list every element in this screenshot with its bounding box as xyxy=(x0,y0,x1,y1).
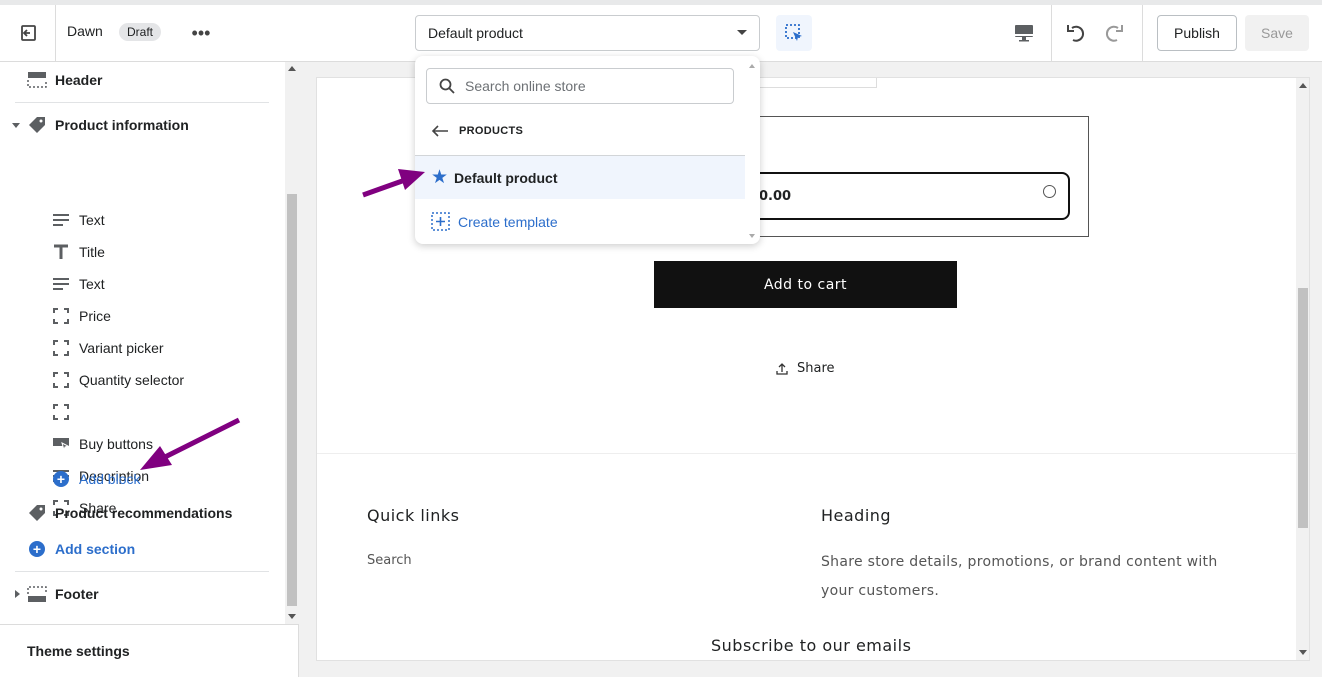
sidebar-block-item[interactable]: Variant picker xyxy=(79,333,164,363)
scrollbar-thumb[interactable] xyxy=(287,194,297,606)
add-section-label: Add section xyxy=(55,541,136,557)
block-label: Variant picker xyxy=(79,340,164,356)
add-template-icon xyxy=(431,212,450,231)
add-block-label: Add block xyxy=(79,471,141,487)
add-to-cart-button[interactable]: Add to cart xyxy=(654,261,957,308)
add-block-button[interactable]: Add block xyxy=(79,464,140,494)
variant-option[interactable]: 0.00 xyxy=(747,172,1070,220)
scrollbar-thumb[interactable] xyxy=(1298,288,1308,528)
sidebar-block-item[interactable]: Title xyxy=(79,237,105,267)
theme-settings-button[interactable]: Theme settings xyxy=(27,636,130,666)
back-label: PRODUCTS xyxy=(459,125,524,137)
block-label: Title xyxy=(79,244,105,260)
desktop-view-button[interactable] xyxy=(1008,17,1040,49)
ellipsis-icon: ••• xyxy=(191,22,211,43)
share-button[interactable]: Share xyxy=(775,361,835,376)
search-link[interactable]: Search xyxy=(367,553,412,568)
text-icon xyxy=(52,276,70,292)
sidebar-item-footer[interactable]: Footer xyxy=(55,579,99,609)
block-label: Text xyxy=(79,276,105,292)
sidebar-block-item[interactable]: Price xyxy=(79,301,111,331)
list-item-default-product[interactable]: ★ Default product xyxy=(415,155,745,199)
template-select-value: Default product xyxy=(428,25,523,41)
item-label: Default product xyxy=(454,169,558,186)
sidebar-item-product-recommendations[interactable]: Product recommendations xyxy=(55,498,232,528)
section-label: Product recommendations xyxy=(55,505,233,521)
footer-icon xyxy=(27,585,47,603)
theme-settings-label: Theme settings xyxy=(27,643,130,659)
text-icon xyxy=(52,212,70,228)
dropdown-scrollbar[interactable] xyxy=(745,56,760,244)
more-actions-button[interactable]: ••• xyxy=(186,19,216,47)
add-block-icon: + xyxy=(53,471,69,487)
tag-icon xyxy=(27,503,47,523)
footer-heading-text: Share store details, promotions, or bran… xyxy=(821,554,1218,599)
sidebar-block-item[interactable]: Text xyxy=(79,205,105,235)
arrow-left-icon xyxy=(431,125,448,137)
inspector-toggle-button[interactable] xyxy=(776,15,812,51)
redo-button[interactable] xyxy=(1098,17,1128,49)
back-to-products-button[interactable]: PRODUCTS xyxy=(431,124,523,138)
template-select[interactable]: Default product xyxy=(415,15,760,51)
header-icon xyxy=(27,71,47,89)
block-icon xyxy=(52,308,70,324)
search-placeholder: Search online store xyxy=(465,78,586,94)
undo-button[interactable] xyxy=(1062,17,1092,49)
share-label: Share xyxy=(797,361,835,376)
exit-icon xyxy=(21,25,36,41)
publish-button[interactable]: Publish xyxy=(1157,15,1237,51)
title-icon xyxy=(52,244,70,260)
price-text: 0.00 xyxy=(759,188,792,204)
block-icon xyxy=(52,372,70,388)
create-template-label: Create template xyxy=(458,213,558,230)
sidebar-block-item[interactable]: Text xyxy=(79,269,105,299)
block-label: Text xyxy=(79,212,105,228)
block-icon xyxy=(52,404,70,420)
redo-icon xyxy=(1105,25,1123,42)
subscribe-heading: Subscribe to our emails xyxy=(711,636,912,655)
exit-button[interactable] xyxy=(12,17,44,49)
status-badge: Draft xyxy=(119,23,162,41)
add-section-icon: + xyxy=(29,541,45,557)
radio-icon xyxy=(1043,185,1056,198)
theme-name: Dawn xyxy=(67,23,103,39)
tag-icon xyxy=(27,115,47,135)
sidebar-scrollbar[interactable] xyxy=(285,62,299,624)
section-label: Header xyxy=(55,72,103,88)
star-icon: ★ xyxy=(431,167,449,188)
footer-heading: Heading xyxy=(821,506,892,525)
top-bar: Dawn Draft ••• Default product Publish S… xyxy=(0,5,1322,62)
section-label: Footer xyxy=(55,586,99,602)
sidebar-block-item[interactable]: Quantity selector xyxy=(79,365,184,395)
sidebar: Header Product information Text Title Text… xyxy=(0,62,299,677)
caret-down-icon[interactable] xyxy=(11,120,21,130)
quick-links-heading: Quick links xyxy=(367,506,460,525)
undo-icon xyxy=(1067,25,1085,42)
search-input[interactable]: Search online store xyxy=(426,68,734,104)
caret-right-icon[interactable] xyxy=(12,589,22,599)
search-icon xyxy=(439,78,455,94)
buy-buttons-icon xyxy=(52,436,70,452)
desktop-icon xyxy=(1015,25,1033,42)
sidebar-item-header[interactable]: Header xyxy=(55,65,102,95)
share-icon xyxy=(776,362,788,375)
sidebar-item-product-information[interactable]: Product information xyxy=(55,110,189,140)
template-dropdown: Search online store PRODUCTS ★ Default p… xyxy=(415,56,760,244)
save-button[interactable]: Save xyxy=(1245,15,1309,51)
create-template-button[interactable]: Create template xyxy=(431,212,558,231)
block-label: Quantity selector xyxy=(79,372,185,388)
chevron-down-icon xyxy=(737,30,747,35)
select-element-icon xyxy=(785,24,802,41)
section-label: Product information xyxy=(55,117,189,133)
sidebar-block-item[interactable]: Buy buttons xyxy=(79,429,153,459)
preview-scrollbar[interactable] xyxy=(1296,78,1309,660)
block-label: Price xyxy=(79,308,111,324)
add-section-button[interactable]: Add section xyxy=(55,534,135,564)
block-icon xyxy=(52,340,70,356)
block-label: Buy buttons xyxy=(79,436,153,452)
